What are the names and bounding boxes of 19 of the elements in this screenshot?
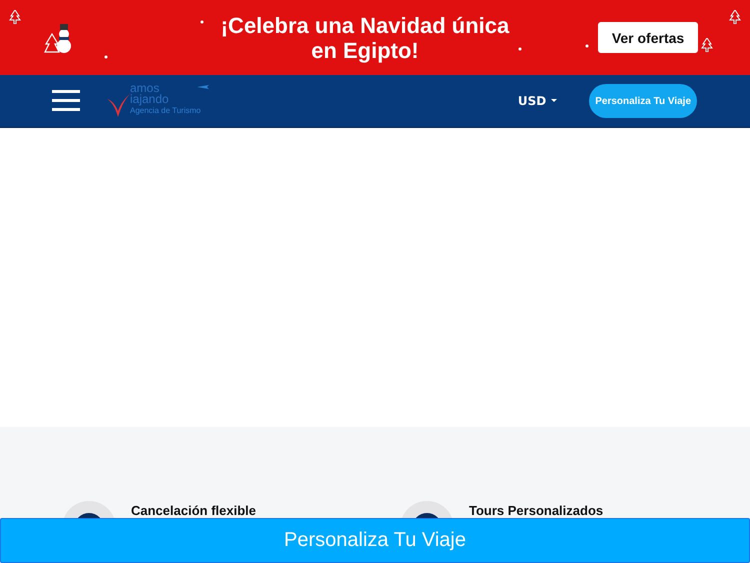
offers-button[interactable]: Ver ofertas xyxy=(598,22,698,53)
currency-dropdown[interactable]: USD xyxy=(512,93,564,109)
logo-tagline: Agencia de Turismo xyxy=(130,106,201,116)
snowflake-icon xyxy=(518,47,522,51)
caret-icon xyxy=(551,99,558,103)
feature-title: Tours Personalizados xyxy=(469,503,604,518)
feature-title: Cancelación flexible xyxy=(131,503,256,518)
snowman-tree-icon xyxy=(44,22,74,56)
tree-icon xyxy=(729,10,741,24)
snowflake-icon xyxy=(200,20,204,24)
logo-text: iajando xyxy=(130,94,170,105)
logo-text: amos xyxy=(130,83,160,94)
tree-icon xyxy=(701,38,713,52)
tree-icon xyxy=(9,10,21,24)
menu-icon[interactable] xyxy=(52,89,80,113)
airplane-icon xyxy=(196,83,209,91)
promo-headline: ¡Celebra una Navidad única en Egipto! xyxy=(220,12,510,62)
snowflake-icon xyxy=(104,55,108,59)
snowflake-icon xyxy=(585,44,589,48)
